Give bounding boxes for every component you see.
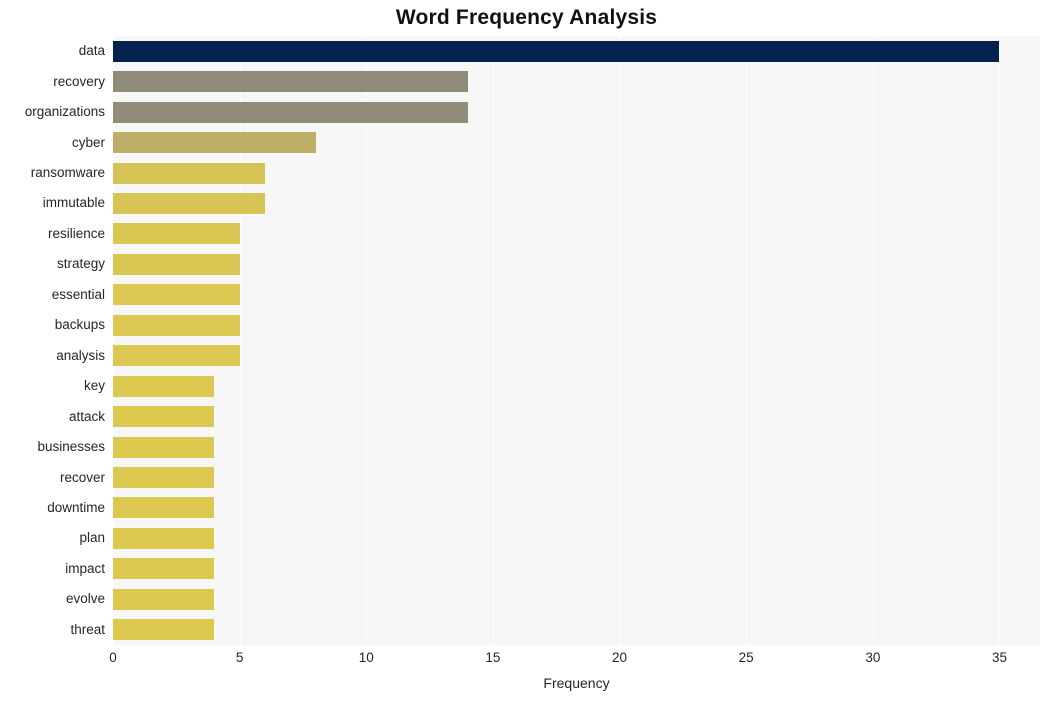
y-axis-label-evolve: evolve [65,591,105,607]
x-axis-tick-35: 35 [991,650,1007,665]
y-axis-label-key: key [83,378,105,394]
bar-row [113,436,1040,458]
y-axis-labels: data recovery organizations cyber ransomware… [0,36,105,645]
bar-backups [113,314,240,336]
y-axis-label-backups: backups [54,317,105,333]
bar-row [113,345,1040,367]
bar-row [113,223,1040,245]
bar-row [113,40,1040,62]
y-axis-label-recovery: recovery [53,73,105,89]
bar-row [113,253,1040,275]
bar-strategy [113,253,240,275]
bar-downtime [113,497,215,519]
bar-data [113,40,1000,62]
bar-row [113,101,1040,123]
y-axis-label-attack: attack [68,408,105,424]
word-frequency-chart: Word Frequency Analysis data recovery orga… [0,0,1053,701]
x-axis-tick-10: 10 [358,650,374,665]
y-axis-label-cyber: cyber [71,134,105,150]
x-axis-ticks: 0 5 10 15 20 25 30 35 [109,649,1040,669]
bar-row [113,558,1040,580]
bar-row [113,588,1040,610]
y-axis-label-organizations: organizations [24,104,105,120]
bar-ransomware [113,162,265,184]
bar-analysis [113,345,240,367]
bar-row [113,162,1040,184]
bar-recovery [113,71,468,93]
x-axis-tick-0: 0 [109,650,117,665]
y-axis-label-plan: plan [79,530,105,546]
y-axis-label-resilience: resilience [47,225,105,241]
bar-businesses [113,436,215,458]
bar-plan [113,527,215,549]
bar-attack [113,406,215,428]
bar-impact [113,558,215,580]
bar-row [113,619,1040,641]
bar-essential [113,284,240,306]
bar-row [113,527,1040,549]
bar-row [113,406,1040,428]
chart-title: Word Frequency Analysis [395,6,658,29]
y-axis-label-businesses: businesses [37,439,105,455]
y-axis-label-impact: impact [65,560,105,576]
bar-resilience [113,223,240,245]
y-axis-label-threat: threat [70,621,105,637]
bar-row [113,467,1040,489]
x-axis-tick-25: 25 [738,650,754,665]
bar-row [113,192,1040,214]
bars-layer [113,36,1040,645]
y-axis-label-essential: essential [51,286,105,302]
y-axis-label-downtime: downtime [47,499,105,515]
x-axis-tick-15: 15 [485,650,501,665]
bar-immutable [113,192,265,214]
bar-key [113,375,215,397]
y-axis-label-data: data [78,43,105,59]
bar-row [113,71,1040,93]
x-axis-title: Frequency [543,675,610,691]
x-axis-tick-30: 30 [865,650,881,665]
plot-area [113,36,1040,645]
x-axis-tick-5: 5 [235,650,244,665]
bar-row [113,375,1040,397]
bar-row [113,497,1040,519]
bar-row [113,132,1040,154]
bar-cyber [113,132,316,154]
bar-row [113,284,1040,306]
y-axis-label-strategy: strategy [56,256,105,272]
bar-row [113,314,1040,336]
bar-organizations [113,101,468,123]
bar-threat [113,619,215,641]
y-axis-label-analysis: analysis [56,347,105,363]
y-axis-label-recover: recover [59,469,105,485]
y-axis-label-ransomware: ransomware [30,165,105,181]
y-axis-label-immutable: immutable [42,195,105,211]
bar-recover [113,467,215,489]
x-axis-tick-20: 20 [612,650,628,665]
bar-evolve [113,588,215,610]
